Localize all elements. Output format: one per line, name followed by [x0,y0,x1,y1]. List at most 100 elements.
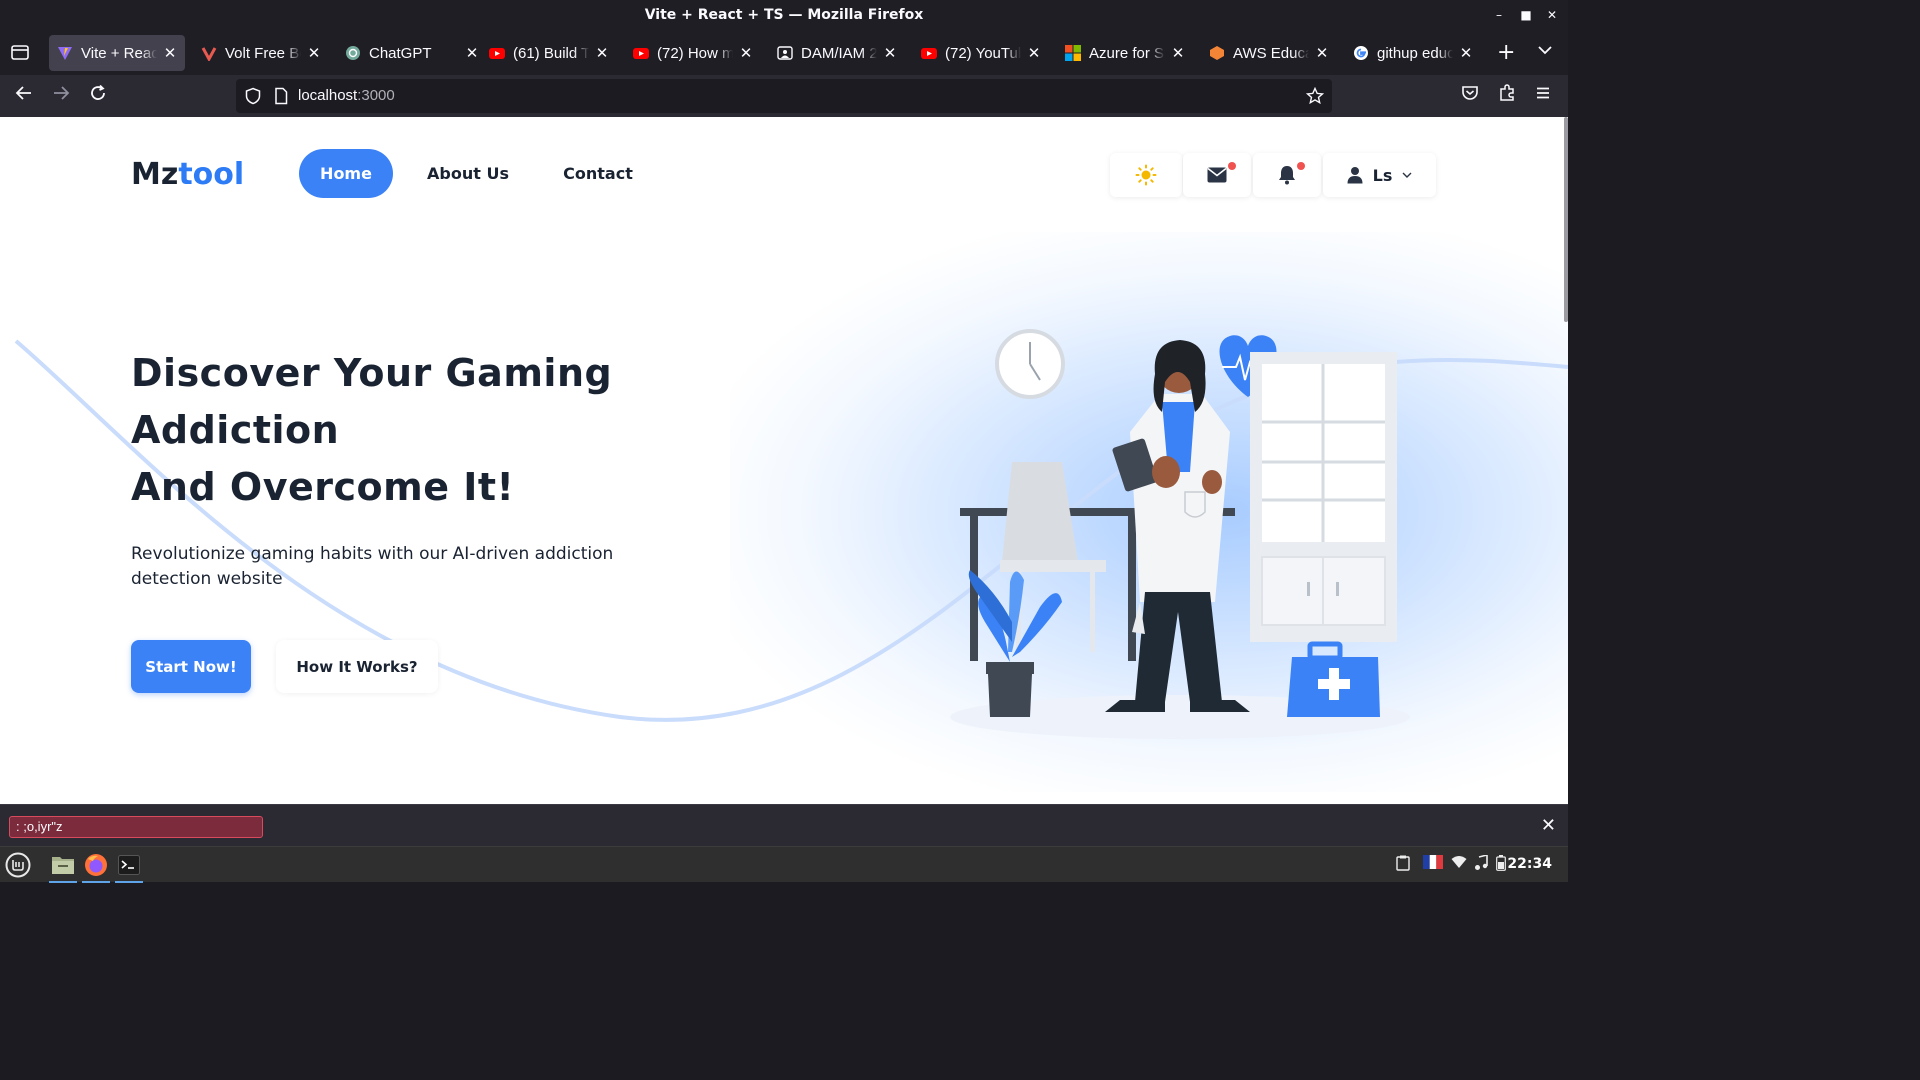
puzzle-icon [1500,84,1514,101]
tab-dam-iam[interactable]: DAM/IAM 2023 ✕ [769,35,905,71]
pocket-icon [1462,86,1478,100]
close-tab-icon[interactable]: ✕ [163,44,177,62]
tab-youtube-2[interactable]: (72) How much ✕ [625,35,761,71]
close-find-bar-icon[interactable]: ✕ [1541,815,1556,836]
taskbar-files[interactable] [47,849,79,883]
bookmark-star-icon[interactable] [1306,87,1324,105]
close-tab-icon[interactable]: ✕ [465,44,479,62]
tab-volt[interactable]: Volt Free Bootstrap ✕ [193,35,329,71]
clipboard-tray-icon[interactable] [1396,855,1410,875]
os-taskbar: 22:34 [0,846,1568,883]
nav-contact[interactable]: Contact [555,149,641,198]
minimize-button[interactable]: – [1490,6,1508,24]
user-menu-button[interactable]: Ls [1323,153,1436,197]
wifi-icon[interactable] [1451,855,1467,873]
page-scrollbar[interactable] [1564,117,1568,322]
how-it-works-button[interactable]: How It Works? [276,640,438,693]
page-icon [275,87,288,105]
close-tab-icon[interactable]: ✕ [883,44,897,62]
find-input[interactable]: : ;o,iyr"z [9,816,263,838]
messages-notification-dot [1228,162,1236,170]
tab-label: githup education [1377,44,1453,62]
tab-label: (61) Build Tic [513,44,589,62]
tab-azure[interactable]: Azure for Students ✕ [1057,35,1193,71]
battery-icon[interactable] [1496,855,1506,875]
taskbar-firefox[interactable] [80,849,112,883]
forward-button[interactable] [49,84,73,108]
potted-plant-icon [968,570,1062,717]
tab-vite[interactable]: Vite + React + TS ✕ [49,35,185,71]
user-icon [1347,167,1363,184]
close-tab-icon[interactable]: ✕ [595,44,609,62]
keyboard-layout-fr-icon[interactable] [1423,855,1443,873]
new-tab-button[interactable]: + [1497,40,1515,65]
image-icon [777,45,793,61]
tab-label: DAM/IAM 2023 [801,44,877,62]
shield-icon[interactable] [244,87,262,105]
taskbar-clock[interactable]: 22:34 [1507,856,1552,872]
chevron-down-icon [1402,172,1412,178]
window-title: Vite + React + TS — Mozilla Firefox [644,7,924,23]
tab-label: (72) How much [657,44,733,62]
close-tab-icon[interactable]: ✕ [739,44,753,62]
folder-icon [52,857,74,874]
reload-button[interactable] [86,84,110,108]
hero-subtitle: Revolutionize gaming habits with our AI-… [131,544,614,589]
notifications-dot [1297,162,1305,170]
url-text[interactable]: localhost:3000 [298,87,395,104]
tab-label: AWS Educate [1233,44,1309,62]
tab-aws[interactable]: AWS Educate ✕ [1201,35,1337,71]
arrow-right-icon [54,86,70,100]
close-tab-icon[interactable]: ✕ [1171,44,1185,62]
reload-icon [91,84,105,100]
bell-icon [1279,166,1295,185]
taskbar-terminal[interactable] [113,849,145,883]
window-titlebar: Vite + React + TS — Mozilla Firefox – ■ … [0,0,1568,30]
find-bar: : ;o,iyr"z ✕ [0,804,1568,846]
messages-button[interactable] [1183,153,1251,197]
youtube-icon [633,45,649,61]
tab-label: Azure for Students [1089,44,1165,62]
sound-icon[interactable] [1474,853,1488,875]
notifications-button[interactable] [1253,153,1321,197]
app-menu-button[interactable] [1531,84,1555,108]
hamburger-icon [1537,87,1549,99]
hero-headline-line-3: And Overcome It! [131,465,515,509]
start-now-button[interactable]: Start Now! [131,640,251,693]
close-tab-icon[interactable]: ✕ [1315,44,1329,62]
medical-kit-icon [1287,641,1380,717]
youtube-icon [921,45,937,61]
site-logo[interactable]: Mztool [131,157,244,192]
tab-chatgpt[interactable]: ChatGPT ✕ [337,35,487,71]
tab-label: Vite + React + TS [81,44,157,62]
tab-github-education[interactable]: githup education ✕ [1345,35,1481,71]
close-tab-icon[interactable]: ✕ [307,44,321,62]
firefox-view-icon [11,45,29,60]
nav-about-us[interactable]: About Us [420,149,516,198]
url-port: :3000 [357,87,395,104]
user-initials: Ls [1372,165,1393,185]
page-viewport: Mztool Home About Us Contact Ls Discover… [0,117,1568,804]
extensions-button[interactable] [1495,84,1519,108]
close-tab-icon[interactable]: ✕ [1459,44,1473,62]
start-menu-button[interactable] [2,849,34,881]
terminal-icon [118,855,140,875]
pocket-button[interactable] [1458,84,1482,108]
wall-clock-icon [995,329,1065,399]
back-button[interactable] [12,84,36,108]
tab-youtube-1[interactable]: (61) Build Tic ✕ [481,35,617,71]
tab-youtube-3[interactable]: (72) YouTube ✕ [913,35,1049,71]
doctor-figure [1105,340,1250,712]
address-bar[interactable]: localhost:3000 [236,79,1332,113]
maximize-button[interactable]: ■ [1517,6,1535,24]
firefox-view-button[interactable] [10,42,30,67]
close-tab-icon[interactable]: ✕ [1027,44,1041,62]
tab-label: Volt Free Bootstrap [225,44,301,62]
theme-toggle-button[interactable] [1110,153,1182,197]
chatgpt-icon [345,45,361,61]
hero-headline: Discover Your Gaming Addiction And Overc… [131,345,612,516]
list-tabs-button[interactable] [1537,42,1553,63]
nav-home[interactable]: Home [299,149,393,198]
tab-label: ChatGPT [369,44,432,62]
close-window-button[interactable]: ✕ [1543,6,1561,24]
